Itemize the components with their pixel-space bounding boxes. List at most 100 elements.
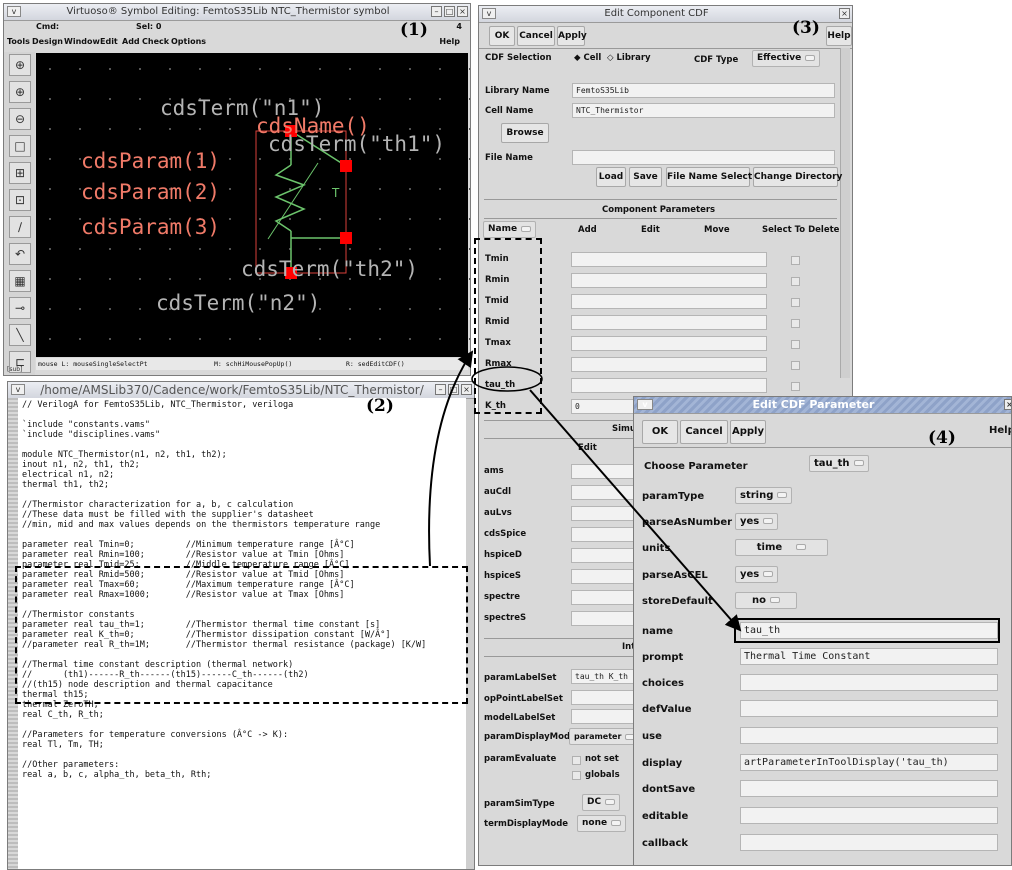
help-button[interactable]: Help (989, 425, 1011, 436)
edit-cdf-parameter-titlebar[interactable]: v Edit CDF Parameter × (634, 397, 1011, 414)
menu-help[interactable]: Help (439, 37, 460, 46)
parse-as-cel-dropdown[interactable]: yes (735, 566, 779, 583)
code-line[interactable]: inout n1, n2, th1, th2; (22, 460, 466, 470)
line-icon[interactable]: ╲ (9, 324, 31, 346)
not-set-checkbox[interactable] (572, 756, 581, 765)
sim-edit-label[interactable]: Edit (578, 443, 597, 453)
zoom-out-icon[interactable]: ⊖ (9, 108, 31, 130)
units-dropdown[interactable]: time (735, 539, 828, 556)
delete-checkbox[interactable] (791, 256, 800, 265)
dont-save-field[interactable] (740, 780, 998, 797)
grid-icon[interactable]: ▦ (9, 270, 31, 292)
term-display-mode-dropdown[interactable]: none (577, 815, 627, 832)
param-type-dropdown[interactable]: string (735, 487, 793, 504)
simulator-field[interactable] (571, 548, 636, 563)
scrollbar[interactable] (840, 48, 850, 378)
symbol-canvas[interactable]: T cdsTerm("n1") cdsName() cdsTerm("th1")… (36, 53, 470, 357)
undo-icon[interactable]: ↶ (9, 243, 31, 265)
ok-button[interactable]: OK (642, 420, 678, 444)
simulator-field[interactable] (571, 464, 636, 479)
parse-as-number-dropdown[interactable]: yes (735, 513, 779, 530)
edit-column-label[interactable]: Edit (641, 225, 660, 235)
code-line[interactable] (22, 720, 466, 730)
cell-radio[interactable]: ◆ Cell (574, 53, 601, 63)
prompt-field[interactable]: Thermal Time Constant (740, 648, 998, 665)
label-cdsparam-1[interactable]: cdsParam(1) (81, 149, 220, 173)
save-button[interactable]: Save (629, 167, 662, 187)
callback-field[interactable] (740, 834, 998, 851)
cdf-type-dropdown[interactable]: Effective (752, 50, 821, 67)
parameter-value-field[interactable] (571, 378, 767, 393)
parameter-value-field[interactable] (571, 273, 767, 288)
display-field[interactable]: artParameterInToolDisplay('tau_th) (740, 754, 998, 771)
browse-button[interactable]: Browse (501, 123, 549, 143)
library-name-field[interactable]: FemtoS35Lib (572, 83, 835, 98)
param-label-set-field[interactable]: tau_th K_th (571, 669, 636, 684)
code-line[interactable]: module NTC_Thermistor(n1, n2, th1, th2); (22, 450, 466, 460)
close-icon[interactable]: × (1004, 399, 1011, 410)
parameter-value-field[interactable] (571, 315, 767, 330)
label-cdsterm-th1[interactable]: cdsTerm("th1") (268, 132, 445, 156)
menu-window[interactable]: Window (64, 37, 100, 46)
delete-checkbox[interactable] (791, 319, 800, 328)
delete-checkbox[interactable] (791, 277, 800, 286)
maximize-icon[interactable]: □ (448, 384, 459, 395)
change-directory-button[interactable]: Change Directory (753, 167, 842, 187)
move-column-label[interactable]: Move (704, 225, 730, 235)
parameter-value-field[interactable] (571, 252, 767, 267)
param-sim-type-dropdown[interactable]: DC (582, 794, 621, 811)
menu-tools[interactable]: Tools (7, 37, 30, 46)
cancel-button[interactable]: Cancel (517, 26, 555, 46)
cancel-button[interactable]: Cancel (680, 420, 728, 444)
code-line[interactable]: `include "disciplines.vams" (22, 430, 466, 440)
code-line[interactable]: real a, b, c, alpha_th, beta_th, Rth; (22, 770, 466, 780)
menu-add[interactable]: Add (122, 37, 140, 46)
choose-parameter-dropdown[interactable]: tau_th (809, 455, 869, 472)
label-cdsterm-th2[interactable]: cdsTerm("th2") (241, 257, 418, 281)
cell-name-field[interactable]: NTC_Thermistor (572, 103, 835, 118)
close-icon[interactable]: × (457, 6, 468, 17)
veriloga-titlebar[interactable]: v /home/AMSLib370/Cadence/work/FemtoS35L… (8, 382, 474, 399)
pointer-icon[interactable]: ⊕ (9, 54, 31, 76)
pin-th2[interactable] (340, 232, 352, 244)
delete-checkbox[interactable] (791, 340, 800, 349)
code-line[interactable]: //Other parameters: (22, 760, 466, 770)
minimize-icon[interactable]: – (435, 384, 446, 395)
model-label-set-field[interactable] (571, 709, 636, 724)
code-line[interactable] (22, 530, 466, 540)
code-line[interactable]: electrical n1, n2; (22, 470, 466, 480)
menu-options[interactable]: Options (171, 37, 206, 46)
simulator-field[interactable] (571, 590, 636, 605)
choices-field[interactable] (740, 674, 998, 691)
minimize-icon[interactable]: – (431, 6, 442, 17)
delete-checkbox[interactable] (791, 298, 800, 307)
code-line[interactable]: //These data must be filled with the sup… (22, 510, 466, 520)
code-line[interactable]: //Parameters for temperature conversions… (22, 730, 466, 740)
menu-check[interactable]: Check (142, 37, 169, 46)
window-menu-icon[interactable]: v (482, 8, 496, 19)
code-line[interactable] (22, 410, 466, 420)
code-line[interactable]: //min, mid and max values depends on the… (22, 520, 466, 530)
name-column-dropdown[interactable]: Name (483, 221, 537, 238)
window-menu-icon[interactable]: v (7, 6, 21, 17)
add-column-label[interactable]: Add (578, 225, 597, 235)
apply-button[interactable]: Apply (557, 26, 587, 46)
library-radio[interactable]: ◇ Library (607, 53, 651, 63)
param-display-mode-dropdown[interactable]: parameter (569, 728, 641, 745)
pin-th1[interactable] (340, 160, 352, 172)
def-value-field[interactable] (740, 700, 998, 717)
help-button[interactable]: Help (826, 26, 852, 46)
close-icon[interactable]: × (839, 8, 850, 19)
label-cdsterm-n2[interactable]: cdsTerm("n2") (156, 291, 320, 315)
use-field[interactable] (740, 727, 998, 744)
code-line[interactable] (22, 490, 466, 500)
window-icon[interactable]: ⊞ (9, 162, 31, 184)
pin-icon[interactable]: ⊸ (9, 297, 31, 319)
menu-design[interactable]: Design (32, 37, 63, 46)
code-line[interactable]: real C_th, R_th; (22, 710, 466, 720)
op-point-label-set-field[interactable] (571, 690, 636, 705)
window-menu-icon[interactable]: v (637, 399, 653, 410)
file-name-select-button[interactable]: File Name Select (666, 167, 752, 187)
parameter-value-field[interactable] (571, 294, 767, 309)
parameter-value-field[interactable] (571, 336, 767, 351)
